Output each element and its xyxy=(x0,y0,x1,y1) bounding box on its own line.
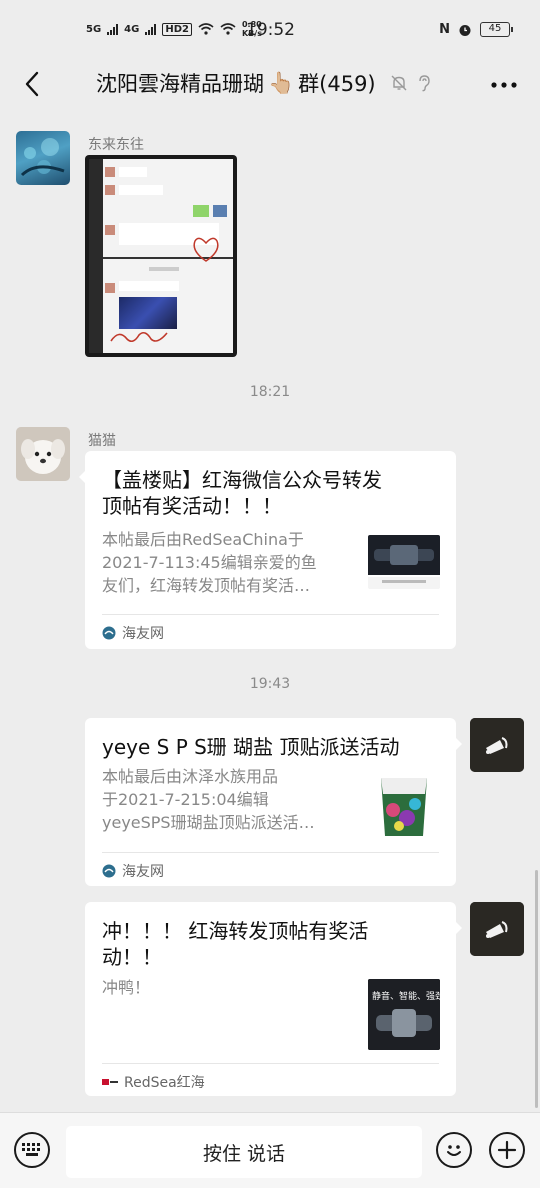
more-button[interactable] xyxy=(490,70,518,95)
avatar-self[interactable] xyxy=(470,718,524,772)
keyboard-toggle-button[interactable] xyxy=(14,1132,50,1168)
status-right: N 45 xyxy=(439,22,513,37)
ear-icon xyxy=(418,75,430,92)
status-time: 19:52 xyxy=(246,20,295,40)
chat-title-text: 沈阳雲海精品珊瑚 xyxy=(96,72,264,96)
link-description: 冲鸭！ xyxy=(102,978,151,997)
hold-to-talk-button[interactable]: 按住 说话 xyxy=(66,1126,422,1178)
more-icon xyxy=(491,82,517,88)
link-divider xyxy=(102,852,439,853)
emoji-button[interactable] xyxy=(436,1132,472,1168)
avatar-donglaidongwang[interactable] xyxy=(16,131,70,185)
link-source: 海友网 xyxy=(102,623,164,643)
input-bar: 按住 说话 xyxy=(0,1112,540,1188)
back-button[interactable] xyxy=(14,66,50,102)
emoji-icon xyxy=(447,1145,461,1156)
plus-button[interactable] xyxy=(489,1132,525,1168)
alarm-icon xyxy=(459,24,471,36)
title-status-icons xyxy=(390,74,432,92)
link-divider xyxy=(102,1063,439,1064)
battery-indicator: 45 xyxy=(480,22,513,37)
link-thumbnail xyxy=(368,535,440,589)
link-title: 冲！！！ 红海转发顶帖有奖活 动！！ xyxy=(102,919,369,969)
link-source: RedSea红海 xyxy=(102,1072,205,1092)
link-card-redsea-chong[interactable]: 冲！！！ 红海转发顶帖有奖活 动！！ 冲鸭！ 静音、智能、强劲 RedSea红海 xyxy=(85,902,462,1096)
link-title: yeye S P S珊 瑚盐 顶贴派送活动 xyxy=(102,735,400,759)
image-message[interactable] xyxy=(85,155,237,357)
link-card-yeye[interactable]: yeye S P S珊 瑚盐 顶贴派送活动 本帖最后由沐泽水族用品 于2021-… xyxy=(85,718,462,886)
title-bar: 沈阳雲海精品珊瑚 👆🏼 群(459) xyxy=(0,62,540,106)
link-source: 海友网 xyxy=(102,861,164,881)
link-card-redsea-gailou[interactable]: 【盖楼贴】红海微信公众号转发 顶帖有奖活动！！！ 本帖最后由RedSeaChin… xyxy=(79,451,456,649)
status-indicators: 5G 4G HD2 0.80 KB/s xyxy=(86,20,264,38)
hd-badge: HD2 xyxy=(162,22,192,36)
signal-icon-2 xyxy=(145,23,157,35)
avatar-image xyxy=(20,138,65,177)
haiyou-logo-icon xyxy=(102,626,116,640)
network-5g: 5G xyxy=(86,23,102,35)
timestamp: 18:21 xyxy=(249,384,291,400)
screenshot-thumbnail xyxy=(89,159,233,353)
avatar-self[interactable] xyxy=(470,902,524,956)
sender-name: 猫猫 xyxy=(88,433,116,449)
link-divider xyxy=(102,614,439,615)
chat-title: 沈阳雲海精品珊瑚 👆🏼 群(459) xyxy=(96,68,432,98)
status-bar: 5G 4G HD2 0.80 KB/s 19:52 N 45 xyxy=(0,0,540,62)
avatar-image xyxy=(16,427,70,481)
nfc-icon: N xyxy=(439,22,450,37)
haiyou-logo-icon xyxy=(102,864,116,878)
avatar-maomao[interactable] xyxy=(16,427,70,481)
network-4g: 4G xyxy=(124,23,140,35)
link-thumbnail xyxy=(375,768,433,840)
bell-off-icon xyxy=(391,75,407,91)
sender-name: 东来东往 xyxy=(88,137,144,153)
plus-icon xyxy=(497,1140,517,1160)
link-description: 本帖最后由RedSeaChina于 2021-7-113:45编辑亲爱的鱼 友们… xyxy=(102,530,317,595)
wifi-icon xyxy=(198,23,214,35)
wifi-icon-2 xyxy=(220,23,236,35)
avatar-image xyxy=(470,718,524,772)
chat-title-count: 群(459) xyxy=(298,72,376,96)
scrollbar[interactable] xyxy=(535,870,538,1108)
link-title: 【盖楼贴】红海微信公众号转发 顶帖有奖活动！！！ xyxy=(102,468,382,518)
timestamp: 19:43 xyxy=(249,676,291,692)
pointing-hand-emoji: 👆🏼 xyxy=(268,70,295,95)
link-description: 本帖最后由沐泽水族用品 于2021-7-215:04编辑 yeyeSPS珊瑚盐顶… xyxy=(102,767,315,832)
back-arrow-icon xyxy=(25,71,39,97)
redsea-logo-icon xyxy=(102,1077,118,1087)
thumbnail-caption: 静音、智能、强劲 xyxy=(372,992,440,1002)
signal-icon xyxy=(107,23,119,35)
keyboard-icon xyxy=(22,1143,40,1156)
avatar-image xyxy=(470,902,524,956)
link-thumbnail: 静音、智能、强劲 xyxy=(368,979,440,1050)
